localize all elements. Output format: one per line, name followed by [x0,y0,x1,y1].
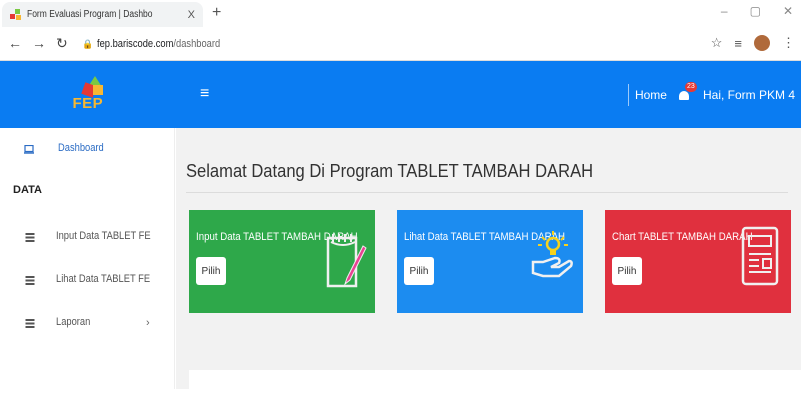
content-panel [189,370,801,400]
logo[interactable]: FEP [0,61,175,128]
main-content: Selamat Datang Di Program TABLET TAMBAH … [176,128,801,400]
forward-arrow-icon[interactable]: → [32,35,46,51]
laptop-icon [24,145,34,154]
close-window-icon[interactable]: ✕ [783,4,793,18]
reload-icon[interactable]: ↻ [56,35,68,52]
fep-logo: FEP [66,73,110,117]
minimize-icon[interactable]: – [721,4,728,18]
site-favicon-icon [10,8,22,21]
notepad-pencil-icon [326,234,367,288]
notification-bell-icon[interactable]: 23 [677,81,697,102]
card-lihat-data[interactable]: Lihat Data TABLET TAMBAH DARAH Pilih [397,210,583,313]
browser-tabstrip: Form Evaluasi Program | Dashbo X + – ▢ ✕ [0,0,801,27]
card-input-data[interactable]: Input Data TABLET TAMBAH DARAH Pilih [189,210,375,313]
lock-icon: 🔒 [82,38,94,49]
address-bar[interactable]: 🔒 fep.bariscode.com/dashboard [82,33,742,55]
url-path: /dashboard [173,38,221,50]
idea-hand-icon [531,231,573,278]
bell-body [678,90,689,100]
new-tab-button[interactable]: + [212,4,221,22]
menu-dots-icon[interactable]: ⋮ [782,35,795,51]
logo-text: FEP [72,94,104,112]
pilih-button[interactable]: Pilih [612,257,642,285]
chevron-right-icon: › [146,317,150,329]
bookmark-star-icon[interactable]: ☆ [711,35,723,51]
list-icon [25,276,35,285]
sidebar-item-label: Input Data TABLET FE [56,230,151,242]
card-title: Chart TABLET TAMBAH DARAH [612,231,753,243]
divider [186,192,788,193]
sidebar-item-label: Lihat Data TABLET FE [56,273,151,285]
tab-close-icon[interactable]: X [188,9,195,21]
sidebar-section-heading: DATA [13,184,42,196]
list-icon [25,319,35,328]
sidebar-item-label: Dashboard [58,142,104,154]
logo-yellow-shape [92,84,103,95]
sidebar: Dashboard DATA Input Data TABLET FE Liha… [0,128,175,389]
topbar-right: Home 23 Hai, Form PKM 4 [627,61,795,128]
divider [627,83,629,106]
home-link[interactable]: Home [635,88,667,102]
url-host: fep.bariscode.com [97,38,174,50]
list-icon [25,233,35,242]
tab-title: Form Evaluasi Program | Dashbo [27,9,153,20]
card-chart[interactable]: Chart TABLET TAMBAH DARAH Pilih [605,210,791,313]
hamburger-menu-icon[interactable]: ≡ [200,85,209,103]
app-topbar: FEP ≡ Home 23 Hai, Form PKM 4 [0,61,801,128]
url-text: fep.bariscode.com/dashboard [97,38,220,50]
reading-list-icon[interactable]: ≡ [734,36,742,51]
back-arrow-icon[interactable]: ← [8,35,22,51]
user-greeting[interactable]: Hai, Form PKM 4 [703,88,795,102]
pilih-button[interactable]: Pilih [196,257,226,285]
page-title: Selamat Datang Di Program TABLET TAMBAH … [186,161,594,181]
browser-actions: ☆ ≡ ⋮ [711,35,795,51]
pilih-button[interactable]: Pilih [404,257,434,285]
maximize-icon[interactable]: ▢ [750,4,761,18]
window-controls: – ▢ ✕ [721,4,793,18]
newspaper-icon [741,226,779,286]
notification-badge: 23 [684,81,697,92]
sidebar-item-label: Laporan [56,316,91,328]
browser-tab[interactable]: Form Evaluasi Program | Dashbo X [2,2,203,27]
browser-toolbar: ← → ↻ 🔒 fep.bariscode.com/dashboard ☆ ≡ … [0,27,801,61]
profile-avatar[interactable] [754,35,770,51]
